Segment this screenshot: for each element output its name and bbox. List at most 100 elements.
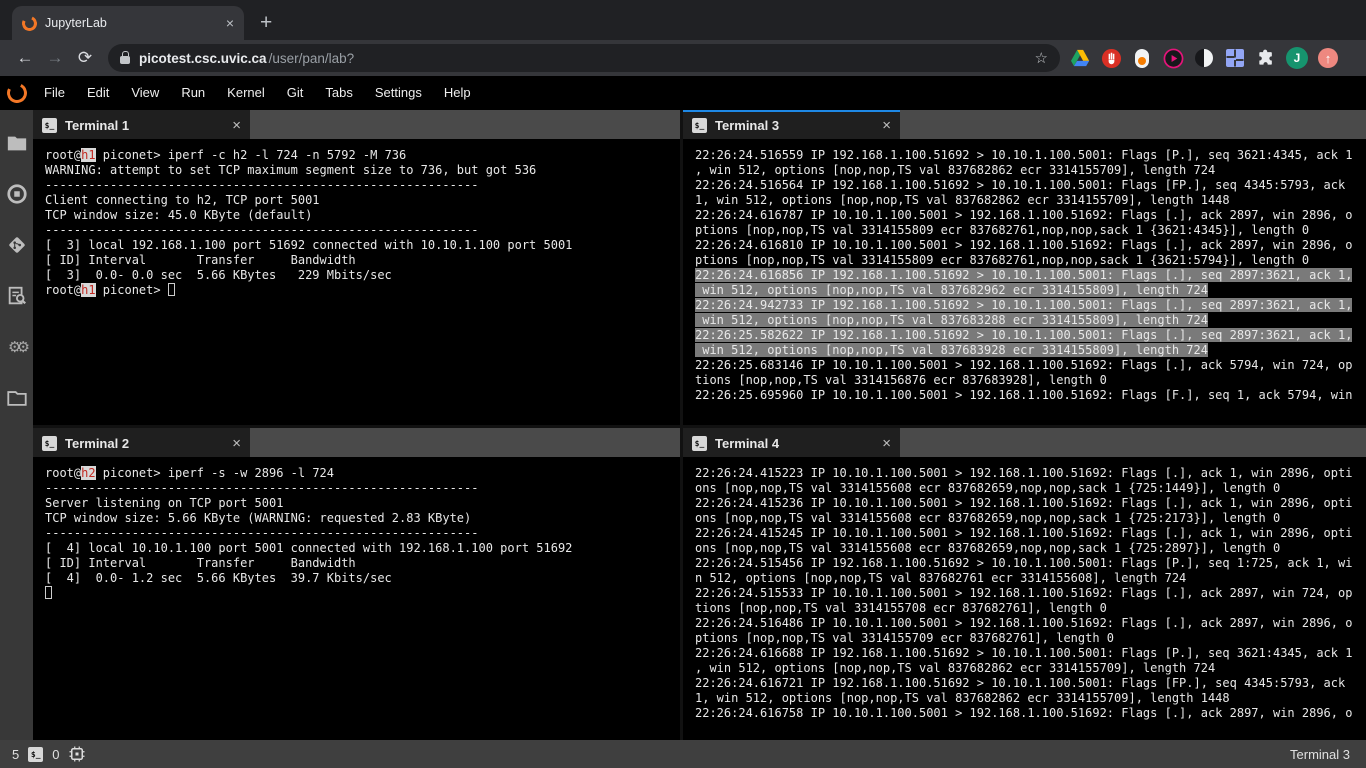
- file-browser-icon[interactable]: [6, 132, 28, 154]
- jupyterlab-menubar: File Edit View Run Kernel Git Tabs Setti…: [0, 76, 1366, 110]
- terminal-line: Client connecting to h2, TCP port 5001: [45, 193, 680, 208]
- menu-git[interactable]: Git: [276, 76, 315, 110]
- tab-close-icon[interactable]: ×: [226, 15, 234, 31]
- tab-terminal-1[interactable]: $_ Terminal 1 ×: [33, 110, 250, 139]
- terminal-line: 22:26:24.415236 IP 10.10.1.100.5001 > 19…: [695, 496, 1366, 511]
- dark-reader-extension-icon[interactable]: [1193, 47, 1215, 69]
- terminal-4-output[interactable]: 22:26:24.415223 IP 10.10.1.100.5001 > 19…: [683, 457, 1366, 740]
- terminal-icon: $_: [692, 118, 707, 133]
- menu-run[interactable]: Run: [170, 76, 216, 110]
- reload-icon[interactable]: ⟳: [70, 48, 100, 68]
- play-circle-extension-icon[interactable]: [1162, 47, 1184, 69]
- terminal-line: [ ID] Interval Transfer Bandwidth: [45, 253, 680, 268]
- terminal-line: ----------------------------------------…: [45, 223, 680, 238]
- terminal-line: 22:26:24.942733 IP 192.168.1.100.51692 >…: [695, 298, 1366, 313]
- terminal-1-output[interactable]: root@h1 piconet> iperf -c h2 -l 724 -n 5…: [33, 139, 680, 425]
- pane-tabbar: $_ Terminal 4 ×: [683, 428, 1366, 457]
- terminal-line: 22:26:24.415223 IP 10.10.1.100.5001 > 19…: [695, 466, 1366, 481]
- back-icon[interactable]: ←: [10, 48, 40, 68]
- property-inspector-icon[interactable]: [6, 285, 28, 307]
- terminal-icon: $_: [42, 436, 57, 451]
- url-host: picotest.csc.uvic.ca: [139, 51, 267, 66]
- terminal-line: win 512, options [nop,nop,TS val 8376839…: [695, 343, 1366, 358]
- terminal-icon: $_: [42, 118, 57, 133]
- menu-tabs[interactable]: Tabs: [314, 76, 363, 110]
- terminal-line: ons [nop,nop,TS val 3314155608 ecr 83768…: [695, 511, 1366, 526]
- browser-tab[interactable]: JupyterLab ×: [12, 6, 244, 40]
- close-icon[interactable]: ×: [232, 117, 241, 134]
- lock-icon: [120, 56, 130, 64]
- tab-label: Terminal 1: [65, 118, 129, 133]
- new-tab-button[interactable]: +: [260, 12, 272, 33]
- current-widget-label[interactable]: Terminal 3: [1290, 747, 1354, 762]
- open-tabs-icon[interactable]: [6, 387, 28, 409]
- update-browser-icon[interactable]: ↑: [1317, 47, 1339, 69]
- jupyter-favicon-icon: [20, 13, 39, 32]
- terminal-line: [ 4] 0.0- 1.2 sec 5.66 KBytes 39.7 Kbits…: [45, 571, 680, 586]
- kernel-count: 0: [52, 747, 59, 762]
- egg-timer-extension-icon[interactable]: [1131, 47, 1153, 69]
- menu-kernel[interactable]: Kernel: [216, 76, 276, 110]
- terminal-line: 22:26:24.515533 IP 10.10.1.100.5001 > 19…: [695, 586, 1366, 601]
- terminal-line: 22:26:24.616688 IP 192.168.1.100.51692 >…: [695, 646, 1366, 661]
- bookmark-star-icon[interactable]: ☆: [1035, 49, 1048, 67]
- terminal-line: 22:26:25.582622 IP 192.168.1.100.51692 >…: [695, 328, 1366, 343]
- terminal-line: [ 3] 0.0- 0.0 sec 5.66 KBytes 229 Mbits/…: [45, 268, 680, 283]
- adblock-extension-icon[interactable]: [1100, 47, 1122, 69]
- terminal-line: 1, win 512, options [nop,nop,TS val 8376…: [695, 193, 1366, 208]
- terminal-line: ptions [nop,nop,TS val 3314155809 ecr 83…: [695, 223, 1366, 238]
- terminal-line: ptions [nop,nop,TS val 3314155809 ecr 83…: [695, 253, 1366, 268]
- terminal-line: n 512, options [nop,nop,TS val 837682761…: [695, 571, 1366, 586]
- extensions-puzzle-icon[interactable]: [1255, 47, 1277, 69]
- git-icon[interactable]: [6, 234, 28, 256]
- terminal-status-icon[interactable]: $_: [28, 747, 43, 762]
- terminal-2-output[interactable]: root@h2 piconet> iperf -s -w 2896 -l 724…: [33, 457, 680, 740]
- terminal-line: [ 3] local 192.168.1.100 port 51692 conn…: [45, 238, 680, 253]
- terminal-line: [45, 586, 680, 601]
- terminal-line: 22:26:24.616758 IP 10.10.1.100.5001 > 19…: [695, 706, 1366, 721]
- menu-edit[interactable]: Edit: [76, 76, 120, 110]
- menu-help[interactable]: Help: [433, 76, 482, 110]
- menu-settings[interactable]: Settings: [364, 76, 433, 110]
- running-kernels-icon[interactable]: [6, 183, 28, 205]
- terminal-line: 22:26:24.515456 IP 192.168.1.100.51692 >…: [695, 556, 1366, 571]
- terminal-line: tions [nop,nop,TS val 3314155708 ecr 837…: [695, 601, 1366, 616]
- terminal-line: WARNING: attempt to set TCP maximum segm…: [45, 163, 680, 178]
- terminal-cursor: [45, 586, 52, 599]
- tab-terminal-3[interactable]: $_ Terminal 3 ×: [683, 110, 900, 139]
- tab-terminal-4[interactable]: $_ Terminal 4 ×: [683, 428, 900, 457]
- extension-manager-gears-icon[interactable]: ⚙⚙: [6, 336, 28, 358]
- terminal-icon: $_: [692, 436, 707, 451]
- profile-avatar[interactable]: J: [1286, 47, 1308, 69]
- terminal-line: 22:26:24.616721 IP 192.168.1.100.51692 >…: [695, 676, 1366, 691]
- pane-terminal-4: $_ Terminal 4 × 22:26:24.415223 IP 10.10…: [683, 428, 1366, 740]
- forward-icon[interactable]: →: [40, 48, 70, 68]
- terminal-3-output[interactable]: 22:26:24.516559 IP 192.168.1.100.51692 >…: [683, 139, 1366, 425]
- menu-file[interactable]: File: [33, 76, 76, 110]
- jupyter-logo-icon: [4, 80, 29, 105]
- kernel-chip-icon[interactable]: [68, 745, 86, 763]
- terminal-line: root@h2 piconet> iperf -s -w 2896 -l 724: [45, 466, 680, 481]
- close-icon[interactable]: ×: [882, 435, 891, 452]
- grid-extension-icon[interactable]: [1224, 47, 1246, 69]
- terminal-line: 22:26:24.516486 IP 10.10.1.100.5001 > 19…: [695, 616, 1366, 631]
- terminal-cursor: [168, 283, 175, 296]
- close-icon[interactable]: ×: [232, 435, 241, 452]
- jupyterlab-main: ⚙⚙ $_ Terminal 1 × root@h1 piconet> iper…: [0, 110, 1366, 740]
- url-bar[interactable]: picotest.csc.uvic.ca/user/pan/lab? ☆: [108, 44, 1060, 72]
- terminal-line: 22:26:25.695960 IP 10.10.1.100.5001 > 19…: [695, 388, 1366, 403]
- pane-tabbar: $_ Terminal 2 ×: [33, 428, 680, 457]
- terminal-line: tions [nop,nop,TS val 3314156876 ecr 837…: [695, 373, 1366, 388]
- terminal-line: ----------------------------------------…: [45, 481, 680, 496]
- tab-terminal-2[interactable]: $_ Terminal 2 ×: [33, 428, 250, 457]
- terminal-line: root@h1 piconet>: [45, 283, 680, 298]
- menu-view[interactable]: View: [120, 76, 170, 110]
- terminal-count: 5: [12, 747, 19, 762]
- drive-extension-icon[interactable]: [1069, 47, 1091, 69]
- terminal-line: 22:26:24.415245 IP 10.10.1.100.5001 > 19…: [695, 526, 1366, 541]
- tab-label: Terminal 4: [715, 436, 779, 451]
- pane-terminal-3: $_ Terminal 3 × 22:26:24.516559 IP 192.1…: [683, 110, 1366, 425]
- terminal-line: , win 512, options [nop,nop,TS val 83768…: [695, 163, 1366, 178]
- terminal-line: 1, win 512, options [nop,nop,TS val 8376…: [695, 691, 1366, 706]
- close-icon[interactable]: ×: [882, 117, 891, 134]
